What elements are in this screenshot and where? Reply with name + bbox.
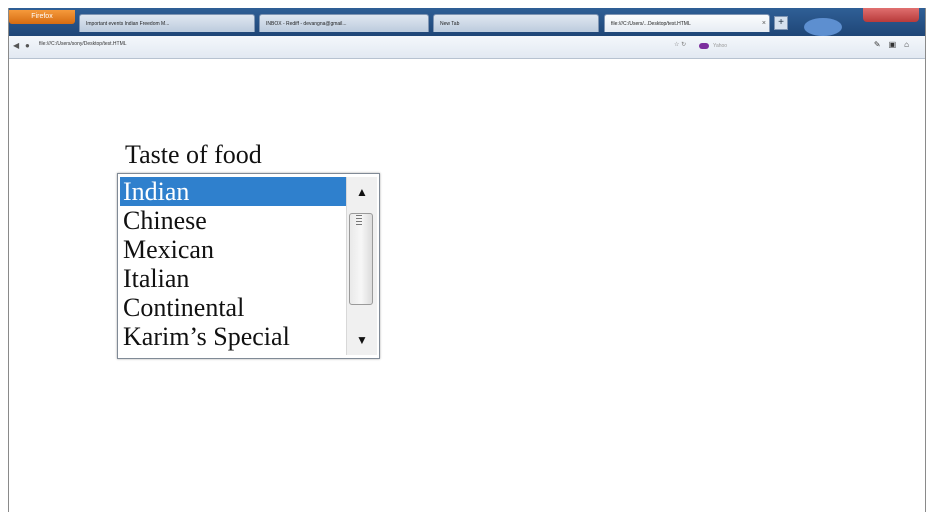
listbox-scrollbar[interactable]: ▲ ▼ xyxy=(346,177,377,355)
tab-inbox[interactable]: INBOX - Rediff - devangna@gmail... xyxy=(259,14,429,32)
search-placeholder: Yahoo xyxy=(713,43,728,49)
listbox-option[interactable]: Karim’s Special xyxy=(120,322,347,351)
site-identity-icon[interactable]: ● xyxy=(25,41,30,50)
scroll-up-arrow-icon[interactable]: ▲ xyxy=(347,177,377,207)
navigation-bar: ◀ ● file:///C:/Users/sony/Desktop/test.H… xyxy=(9,36,925,59)
search-input[interactable]: Yahoo xyxy=(699,40,775,52)
search-engine-icon[interactable] xyxy=(699,42,709,49)
tab-strip-decoration xyxy=(804,18,842,36)
close-icon[interactable]: × xyxy=(762,15,766,32)
scroll-down-arrow-icon[interactable]: ▼ xyxy=(347,325,377,355)
back-icon[interactable]: ◀ xyxy=(13,41,19,50)
listbox-option[interactable]: Mexican xyxy=(120,235,347,264)
star-icon[interactable]: ☆ xyxy=(674,42,679,48)
home-icon[interactable]: ⌂ xyxy=(904,40,917,49)
toolbar-icons: ✎▣⌂ xyxy=(874,40,917,49)
listbox-option[interactable]: Italian xyxy=(120,264,347,293)
food-listbox[interactable]: Indian Chinese Mexican Italian Continental Ka… xyxy=(117,173,380,359)
url-controls[interactable]: ☆ ↻ xyxy=(674,41,686,48)
listbox-option[interactable]: Continental xyxy=(120,293,347,322)
tab-label: New Tab xyxy=(440,21,460,27)
tab-label: Important events Indian Freedom M... xyxy=(86,21,170,27)
refresh-icon[interactable]: ↻ xyxy=(681,42,686,48)
listbox-option[interactable]: Chinese xyxy=(120,206,347,235)
listbox-options: Indian Chinese Mexican Italian Continental Ka… xyxy=(120,177,347,351)
grip-icon xyxy=(356,215,362,227)
listbox-option[interactable]: Indian xyxy=(120,177,347,206)
app-menu-button[interactable]: Firefox xyxy=(9,10,75,24)
tab-new-tab[interactable]: New Tab xyxy=(433,14,599,32)
new-tab-button[interactable]: + xyxy=(774,16,788,30)
addon-icon[interactable]: ▣ xyxy=(889,40,905,49)
tab-test-html[interactable]: file:///C:/Users/...Desktop/test.HTML × xyxy=(604,14,770,32)
address-bar[interactable]: file:///C:/Users/sony/Desktop/test.HTML xyxy=(39,41,127,47)
pencil-icon[interactable]: ✎ xyxy=(874,40,889,49)
tab-strip: Firefox Important events Indian Freedom … xyxy=(9,8,925,36)
food-select-label: Taste of food xyxy=(125,140,262,169)
tab-label: file:///C:/Users/...Desktop/test.HTML xyxy=(611,21,691,27)
tab-freedom[interactable]: Important events Indian Freedom M... xyxy=(79,14,255,32)
window-controls[interactable] xyxy=(863,8,919,22)
tab-label: INBOX - Rediff - devangna@gmail... xyxy=(266,21,347,27)
